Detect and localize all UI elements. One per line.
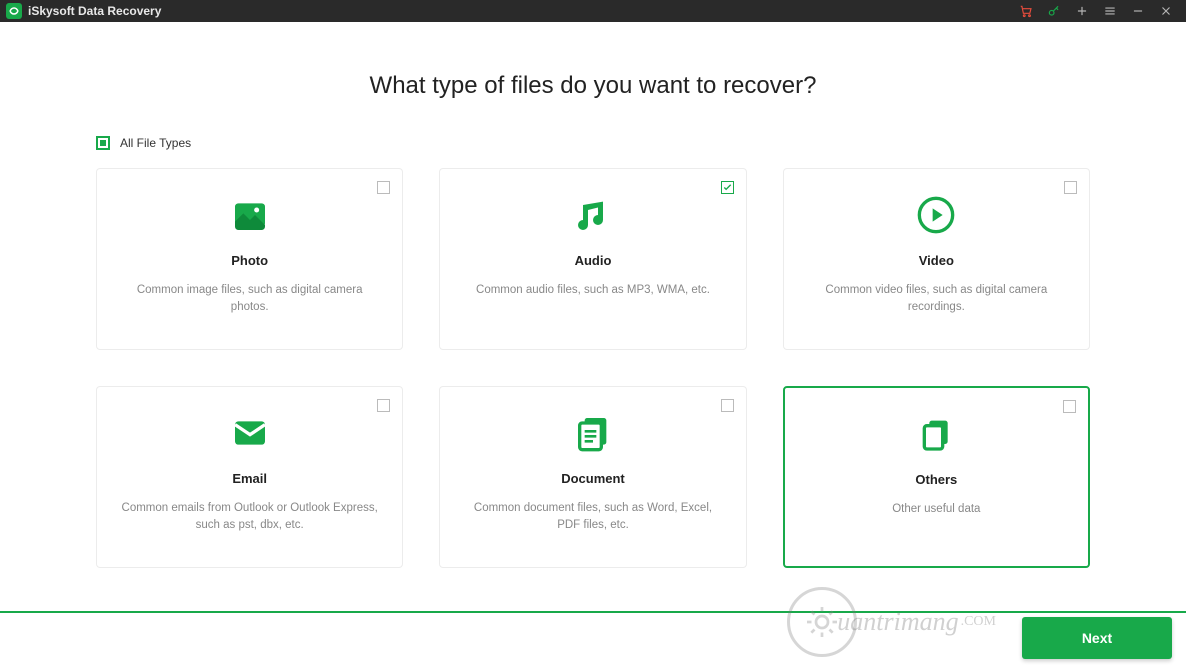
card-title: Others <box>915 472 957 487</box>
file-type-grid: Photo Common image files, such as digital… <box>96 168 1090 568</box>
file-type-card-email[interactable]: Email Common emails from Outlook or Outlo… <box>96 386 403 568</box>
card-checkbox[interactable] <box>721 399 734 412</box>
email-icon <box>230 409 270 457</box>
card-title: Document <box>561 471 625 486</box>
file-type-card-others[interactable]: Others Other useful data <box>783 386 1090 568</box>
titlebar: iSkysoft Data Recovery <box>0 0 1186 22</box>
next-button[interactable]: Next <box>1022 617 1172 659</box>
watermark: uantrimang.COM <box>787 587 996 657</box>
app-logo-icon <box>6 3 22 19</box>
others-icon <box>916 410 956 458</box>
file-type-card-video[interactable]: Video Common video files, such as digital… <box>783 168 1090 350</box>
card-checkbox[interactable] <box>1064 181 1077 194</box>
card-desc: Common video files, such as digital came… <box>808 282 1065 317</box>
card-title: Email <box>232 471 267 486</box>
close-icon[interactable] <box>1152 0 1180 22</box>
card-desc: Common audio files, such as MP3, WMA, et… <box>476 282 710 299</box>
app-title: iSkysoft Data Recovery <box>28 4 161 18</box>
card-title: Audio <box>575 253 612 268</box>
card-desc: Common emails from Outlook or Outlook Ex… <box>121 500 378 535</box>
card-title: Photo <box>231 253 268 268</box>
card-checkbox[interactable] <box>377 399 390 412</box>
file-type-card-audio[interactable]: Audio Common audio files, such as MP3, WM… <box>439 168 746 350</box>
card-desc: Other useful data <box>892 501 980 518</box>
card-title: Video <box>919 253 954 268</box>
file-type-card-photo[interactable]: Photo Common image files, such as digital… <box>96 168 403 350</box>
all-file-types-row[interactable]: All File Types <box>96 136 1090 150</box>
photo-icon <box>230 191 270 239</box>
page-title: What type of files do you want to recove… <box>96 72 1090 100</box>
menu-icon[interactable] <box>1096 0 1124 22</box>
add-icon[interactable] <box>1068 0 1096 22</box>
all-file-types-label: All File Types <box>120 136 191 150</box>
video-icon <box>916 191 956 239</box>
main-content: What type of files do you want to recove… <box>0 22 1186 568</box>
footer-separator <box>0 611 1186 613</box>
audio-icon <box>573 191 613 239</box>
card-desc: Common image files, such as digital came… <box>121 282 378 317</box>
cart-icon[interactable] <box>1012 0 1040 22</box>
card-checkbox[interactable] <box>377 181 390 194</box>
card-checkbox[interactable] <box>721 181 734 194</box>
card-checkbox[interactable] <box>1063 400 1076 413</box>
all-file-types-checkbox[interactable] <box>96 136 110 150</box>
card-desc: Common document files, such as Word, Exc… <box>464 500 721 535</box>
file-type-card-document[interactable]: Document Common document files, such as W… <box>439 386 746 568</box>
minimize-icon[interactable] <box>1124 0 1152 22</box>
document-icon <box>573 409 613 457</box>
key-icon[interactable] <box>1040 0 1068 22</box>
